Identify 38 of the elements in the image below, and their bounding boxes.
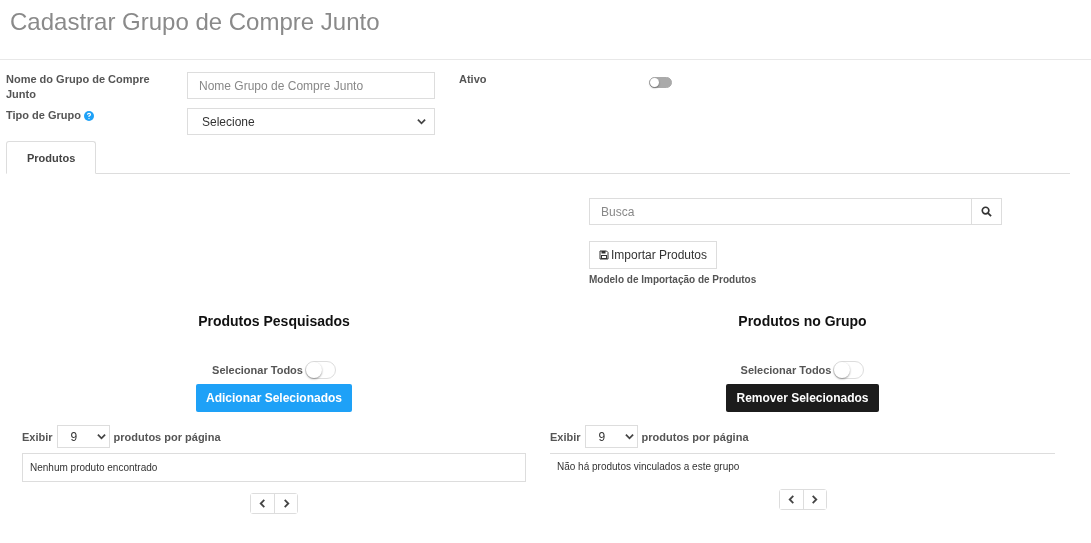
- select-all-label: Selecionar Todos: [740, 364, 832, 376]
- group-name-input[interactable]: Nome Grupo de Compre Junto: [187, 72, 435, 99]
- chevron-right-icon: [810, 495, 819, 504]
- search-icon: [981, 206, 992, 217]
- action-button[interactable]: Remover Selecionados: [726, 384, 879, 412]
- import-button[interactable]: Importar Produtos: [589, 241, 718, 269]
- page-size-select[interactable]: 9: [56, 425, 110, 448]
- search-button[interactable]: [972, 198, 1002, 225]
- tab[interactable]: Produtos: [6, 141, 97, 174]
- import-template-link[interactable]: Modelo de Importação de Produtos: [589, 274, 757, 285]
- show-label: Exibir: [550, 430, 581, 443]
- select-all-label: Selecionar Todos: [212, 364, 303, 376]
- page-title: Cadastrar Grupo de Compre Junto: [10, 8, 381, 36]
- group-type-select[interactable]: Selecione: [187, 108, 435, 135]
- chevron-down-icon: [417, 117, 426, 126]
- panel-title: Produtos no Grupo: [738, 313, 867, 330]
- search-field[interactable]: Busca: [589, 198, 972, 225]
- empty-message: Não há produtos vinculados a este grupo: [550, 453, 1055, 478]
- panel-title: Produtos Pesquisados: [198, 313, 350, 330]
- next-page-button[interactable]: [274, 494, 297, 513]
- empty-message: Nenhum produto encontrado: [22, 453, 526, 482]
- page-size-select[interactable]: 9: [584, 425, 638, 448]
- field-label: Ativo: [459, 72, 488, 87]
- chevron-down-icon: [96, 432, 106, 441]
- per-page-label: produtos por página: [641, 430, 749, 443]
- next-page-button[interactable]: [802, 490, 826, 509]
- show-label: Exibir: [22, 430, 53, 443]
- chevron-left-icon: [786, 495, 796, 504]
- field-label: Nome do Grupo de Compre Junto: [6, 72, 151, 102]
- active-toggle[interactable]: [649, 77, 672, 88]
- select-all-toggle[interactable]: [304, 361, 336, 379]
- per-page-label: produtos por página: [113, 430, 221, 443]
- help-icon: [83, 110, 94, 121]
- chevron-left-icon: [258, 499, 267, 508]
- field-label: Tipo de Grupo: [6, 108, 81, 123]
- select-all-toggle[interactable]: [833, 361, 865, 379]
- chevron-down-icon: [624, 432, 634, 441]
- chevron-right-icon: [281, 499, 291, 508]
